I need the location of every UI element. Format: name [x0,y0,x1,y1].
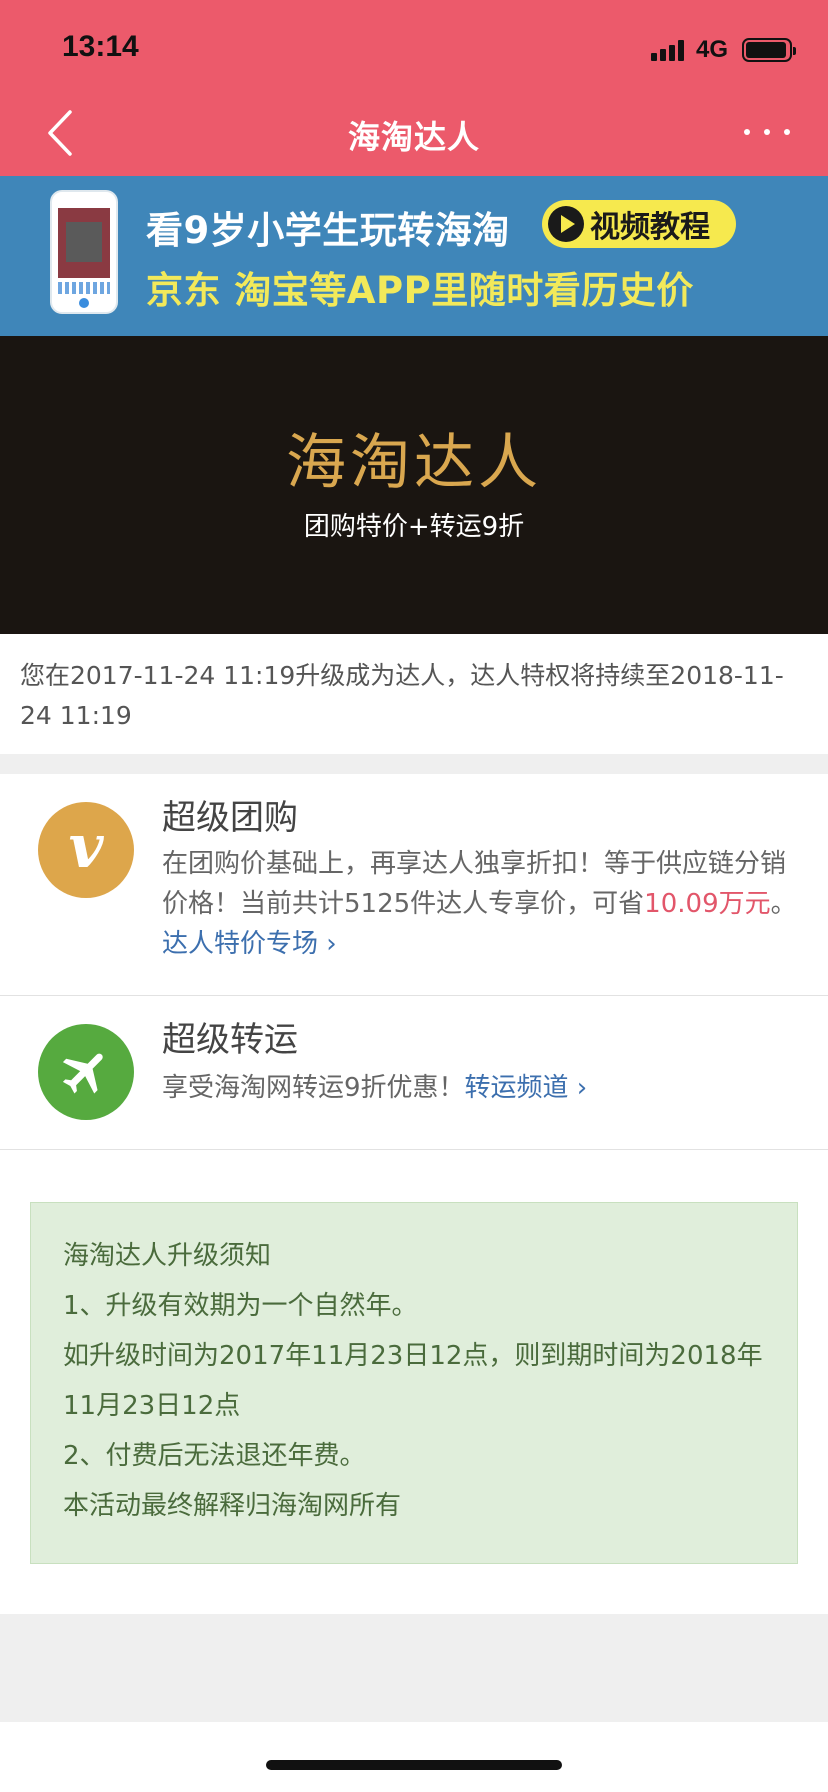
hero-subtitle: 团购特价+转运9折 [303,512,525,542]
notice-heading: 海淘达人升级须知 [63,1241,272,1271]
divider [0,754,828,774]
vip-v-icon: v [38,802,134,898]
video-tutorial-button[interactable]: 视频教程 [542,200,736,248]
upgrade-notice: 海淘达人升级须知 1、升级有效期为一个自然年。 如升级时间为2017年11月23… [30,1202,798,1564]
notice-line: 2、付费后无法退还年费。 [63,1441,366,1471]
promo-banner[interactable]: 看9岁小学生玩转海淘 视频教程 京东 淘宝等APP里随时看历史价 [0,176,828,336]
privilege-title: 超级团购 [162,798,298,838]
savings-amount: 10.09万元 [644,889,771,919]
privilege-description: 享受海淘网转运9折优惠！转运频道 › [162,1073,588,1103]
bottom-filler [0,1614,828,1722]
notice-line: 1、升级有效期为一个自然年。 [63,1291,418,1321]
battery-icon [742,38,796,62]
vip-deals-link[interactable]: 达人特价专场 › [162,929,337,959]
privilege-group-buy: v 超级团购 在团购价基础上，再享达人独享折扣！等于供应链分销价格！当前共计51… [0,774,828,996]
status-time: 13:14 [62,30,139,63]
hero-section: 海淘达人 团购特价+转运9折 [0,336,828,634]
network-type: 4G [695,36,728,63]
home-indicator[interactable] [266,1760,562,1770]
shipping-channel-link[interactable]: 转运频道 › [465,1073,588,1103]
notice-area: 海淘达人升级须知 1、升级有效期为一个自然年。 如升级时间为2017年11月23… [0,1150,828,1614]
play-icon [548,206,584,242]
more-button[interactable] [744,114,790,150]
more-dots-icon [744,129,750,135]
airplane-icon [38,1024,134,1120]
status-bar: 13:14 4G [0,0,828,100]
hero-title: 海淘达人 [286,428,542,498]
privilege-title: 超级转运 [162,1020,298,1060]
status-indicators: 4G [650,36,796,64]
promo-headline: 看9岁小学生玩转海淘 [146,209,510,252]
notice-line: 如升级时间为2017年11月23日12点，则到期时间为2018年11月23日12… [63,1341,763,1421]
nav-bar: 海淘达人 [0,100,828,176]
privilege-description: 在团购价基础上，再享达人独享折扣！等于供应链分销价格！当前共计5125件达人专享… [162,849,797,959]
signal-icon [650,39,684,61]
promo-subline: 京东 淘宝等APP里随时看历史价 [146,269,694,312]
notice-footer: 本活动最终解释归海淘网所有 [63,1491,402,1521]
page-title: 海淘达人 [347,118,480,156]
header: 13:14 4G 海淘达人 [0,0,828,176]
video-tutorial-label: 视频教程 [590,210,710,245]
airplane-icon [62,1053,103,1094]
upgrade-info: 您在2017-11-24 11:19升级成为达人，达人特权将持续至2018-11… [0,634,828,754]
phone-illustration [50,190,118,314]
privilege-shipping: 超级转运 享受海淘网转运9折优惠！转运频道 › [0,996,828,1150]
